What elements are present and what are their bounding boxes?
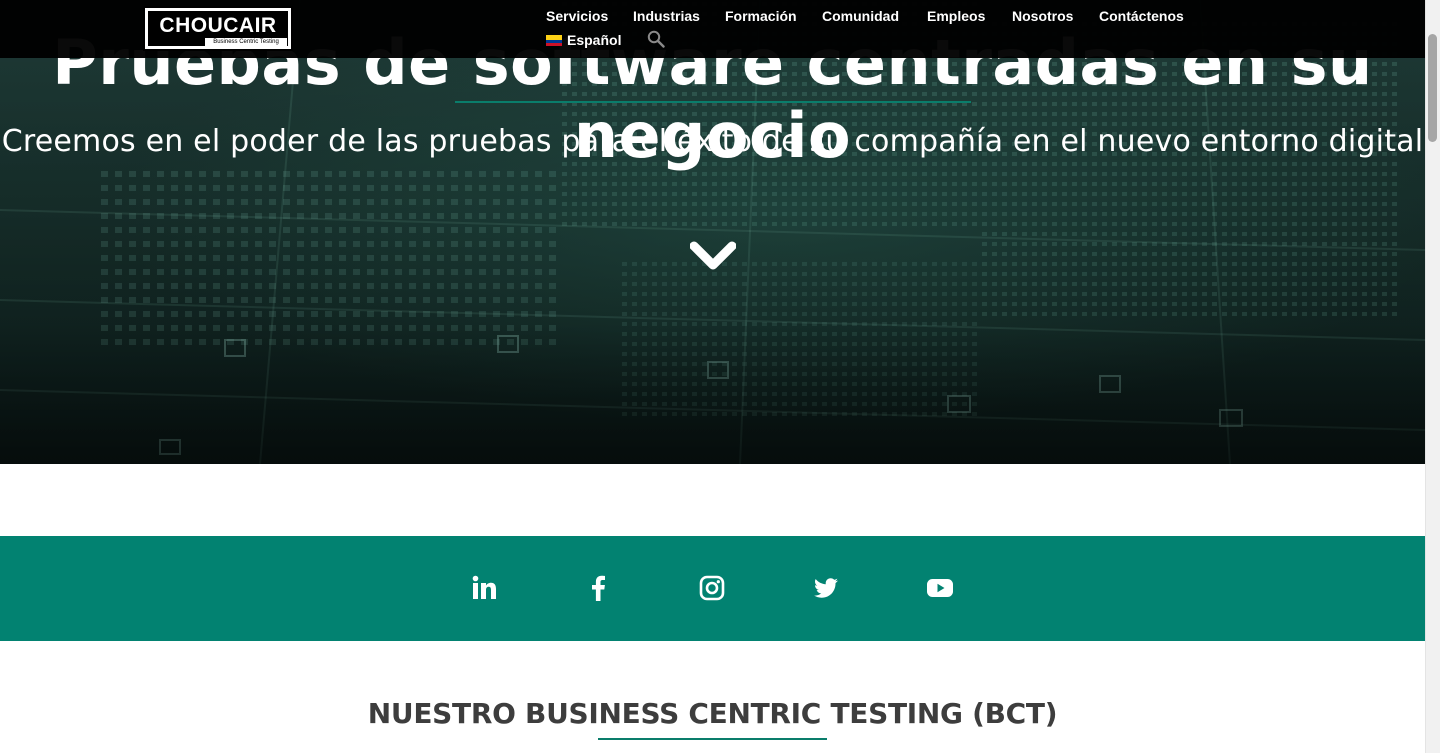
section-heading-underline: [598, 738, 827, 740]
chevron-down-icon[interactable]: [690, 240, 736, 274]
nav-item-comunidad[interactable]: Comunidad: [822, 8, 899, 24]
nav-item-formacion[interactable]: Formación: [725, 8, 797, 24]
youtube-icon[interactable]: [926, 574, 954, 602]
nav-item-empleos[interactable]: Empleos: [927, 8, 985, 24]
colombia-flag-icon: [546, 34, 562, 46]
site-header: CHOUCAIR Business Centric Testing Servic…: [0, 0, 1425, 58]
hero-subtitle: Creemos en el poder de las pruebas para …: [1, 124, 1424, 159]
nav-item-industrias[interactable]: Industrias: [633, 8, 700, 24]
language-label: Español: [567, 32, 622, 48]
language-selector[interactable]: Español: [546, 32, 621, 48]
hero-title-underline: [455, 101, 971, 103]
instagram-icon[interactable]: [698, 574, 726, 602]
section-heading: NUESTRO BUSINESS CENTRIC TESTING (BCT): [367, 697, 1058, 730]
twitter-icon[interactable]: [812, 574, 840, 602]
social-media-bar: [0, 536, 1425, 641]
facebook-icon[interactable]: [584, 574, 612, 602]
search-icon[interactable]: [647, 30, 665, 48]
nav-item-contactenos[interactable]: Contáctenos: [1099, 8, 1184, 24]
hero-banner: Pruebas de software centradas en su nego…: [0, 0, 1425, 464]
nav-item-nosotros[interactable]: Nosotros: [1012, 8, 1073, 24]
choucair-logo[interactable]: CHOUCAIR Business Centric Testing: [143, 6, 293, 51]
nav-item-servicios[interactable]: Servicios: [546, 8, 608, 24]
linkedin-icon[interactable]: [470, 574, 498, 602]
logo-text: CHOUCAIR: [159, 13, 277, 37]
scrollbar-thumb[interactable]: [1428, 34, 1437, 142]
logo-tagline: Business Centric Testing: [205, 38, 287, 47]
